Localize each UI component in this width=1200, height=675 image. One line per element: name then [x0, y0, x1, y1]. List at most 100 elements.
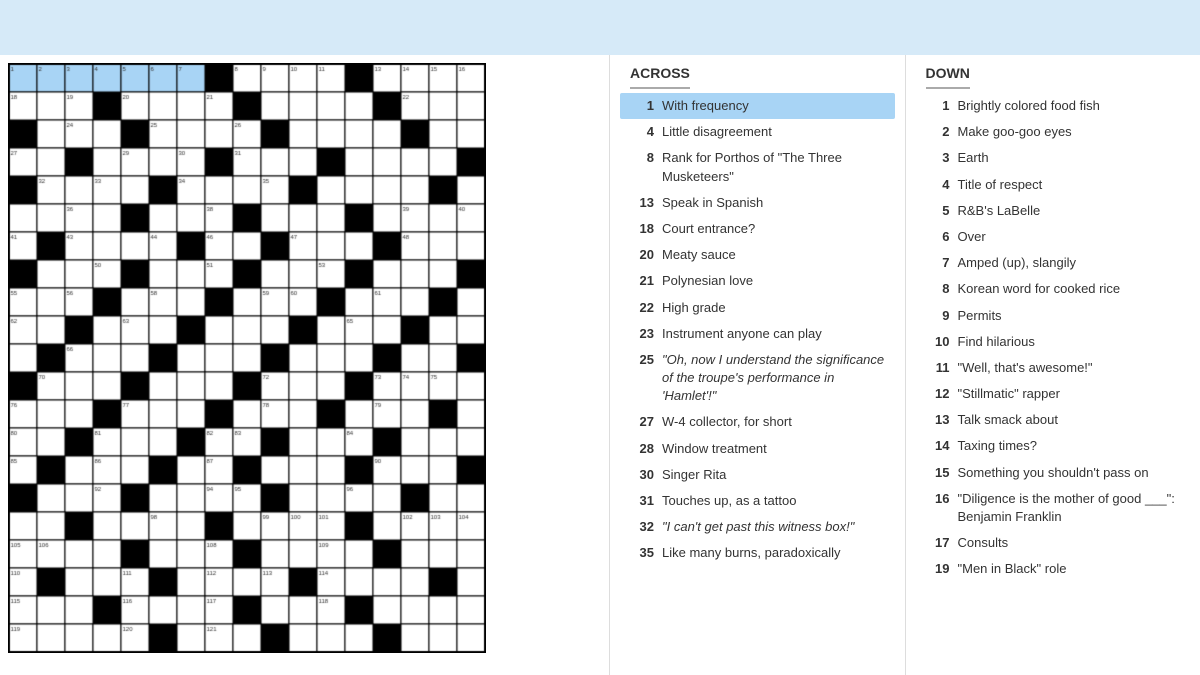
clue-number-label: 8: [626, 149, 654, 185]
clue-number-label: 13: [626, 194, 654, 212]
clue-number-label: 4: [626, 123, 654, 141]
clue-description: "Stillmatic" rapper: [958, 385, 1060, 403]
down-header: DOWN: [926, 55, 970, 89]
clue-description: Little disagreement: [662, 123, 772, 141]
down-clues-list: 1Brightly colored food fish2Make goo-goo…: [916, 93, 1191, 583]
clue-description: Permits: [958, 307, 1002, 325]
clue-description: Court entrance?: [662, 220, 755, 238]
clue-item-4[interactable]: 4Title of respect: [916, 172, 1191, 198]
across-clues-list: 1 With frequency 4 Little disagreement 8Rank…: [620, 93, 895, 567]
clue-description: Something you shouldn't pass on: [958, 464, 1149, 482]
clue-description: R&B's LaBelle: [958, 202, 1041, 220]
clue-description: Touches up, as a tattoo: [662, 492, 796, 510]
clue-item-21[interactable]: 21Polynesian love: [620, 268, 895, 294]
clue-description: Rank for Porthos of "The Three Musketeer…: [662, 149, 889, 185]
clue-description: Singer Rita: [662, 466, 726, 484]
crossword-grid-area[interactable]: [0, 55, 610, 675]
clue-item-16[interactable]: 16"Diligence is the mother of good ___":…: [916, 486, 1191, 530]
clue-item-18[interactable]: 18Court entrance?: [620, 216, 895, 242]
clue-item-31[interactable]: 31 Touches up, as a tattoo: [620, 488, 895, 514]
clue-item-1[interactable]: 1Brightly colored food fish: [916, 93, 1191, 119]
clue-description: Find hilarious: [958, 333, 1035, 351]
clue-number-label: 35: [626, 544, 654, 562]
clue-number-label: 16: [922, 490, 950, 526]
clue-number-label: 1: [626, 97, 654, 115]
clue-item-12[interactable]: 12 "Stillmatic" rapper: [916, 381, 1191, 407]
clue-item-25[interactable]: 25"Oh, now I understand the significance…: [620, 347, 895, 410]
clue-item-22[interactable]: 22 High grade: [620, 295, 895, 321]
across-header: ACROSS: [630, 55, 690, 89]
clue-item-6[interactable]: 6 Over: [916, 224, 1191, 250]
clue-item-35[interactable]: 35Like many burns, paradoxically: [620, 540, 895, 566]
clue-number-label: 17: [922, 534, 950, 552]
clues-area: ACROSS 1 With frequency 4 Little disagreeme…: [610, 55, 1200, 675]
clue-description: With frequency: [662, 97, 749, 115]
clue-description: Amped (up), slangily: [958, 254, 1077, 272]
clue-description: Speak in Spanish: [662, 194, 763, 212]
clue-item-14[interactable]: 14Taxing times?: [916, 433, 1191, 459]
clue-item-7[interactable]: 7 Amped (up), slangily: [916, 250, 1191, 276]
clue-number-label: 15: [922, 464, 950, 482]
clue-number-label: 32: [626, 518, 654, 536]
clue-description: High grade: [662, 299, 726, 317]
clue-description: Consults: [958, 534, 1009, 552]
clue-description: W-4 collector, for short: [662, 413, 792, 431]
clue-item-2[interactable]: 2Make goo-goo eyes: [916, 119, 1191, 145]
crossword-canvas[interactable]: [8, 63, 486, 653]
clue-number-label: 13: [922, 411, 950, 429]
main-content: ACROSS 1 With frequency 4 Little disagreeme…: [0, 55, 1200, 675]
clue-number-label: 3: [922, 149, 950, 167]
clue-number-label: 25: [626, 351, 654, 406]
clue-item-8[interactable]: 8 Korean word for cooked rice: [916, 276, 1191, 302]
clue-description: "Diligence is the mother of good ___": B…: [958, 490, 1185, 526]
clue-item-1[interactable]: 1 With frequency: [620, 93, 895, 119]
clue-number-label: 7: [922, 254, 950, 272]
clue-header: [0, 0, 1200, 55]
clue-description: Meaty sauce: [662, 246, 736, 264]
clue-item-9[interactable]: 9 Permits: [916, 303, 1191, 329]
clue-description: Make goo-goo eyes: [958, 123, 1072, 141]
clue-number-label: 27: [626, 413, 654, 431]
clue-item-28[interactable]: 28Window treatment: [620, 436, 895, 462]
clue-number-label: 11: [922, 359, 950, 377]
clue-description: Over: [958, 228, 986, 246]
clue-description: Talk smack about: [958, 411, 1058, 429]
clue-number-label: 22: [626, 299, 654, 317]
clue-item-4[interactable]: 4 Little disagreement: [620, 119, 895, 145]
clue-item-32[interactable]: 32"I can't get past this witness box!": [620, 514, 895, 540]
clue-description: Instrument anyone can play: [662, 325, 822, 343]
clue-item-13[interactable]: 13 Speak in Spanish: [620, 190, 895, 216]
clue-item-13[interactable]: 13 Talk smack about: [916, 407, 1191, 433]
clue-description: Polynesian love: [662, 272, 753, 290]
clue-item-30[interactable]: 30Singer Rita: [620, 462, 895, 488]
clue-number-label: 8: [922, 280, 950, 298]
clue-item-20[interactable]: 20Meaty sauce: [620, 242, 895, 268]
clue-number-label: 10: [922, 333, 950, 351]
clue-item-27[interactable]: 27 W-4 collector, for short: [620, 409, 895, 435]
clue-item-11[interactable]: 11 "Well, that's awesome!": [916, 355, 1191, 381]
clue-description: Window treatment: [662, 440, 767, 458]
clue-item-10[interactable]: 10 Find hilarious: [916, 329, 1191, 355]
clue-item-17[interactable]: 17 Consults: [916, 530, 1191, 556]
clue-description: "Men in Black" role: [958, 560, 1067, 578]
down-column: DOWN 1Brightly colored food fish2Make go…: [906, 55, 1200, 675]
clue-item-19[interactable]: 19 "Men in Black" role: [916, 556, 1191, 582]
clue-description: "Oh, now I understand the significance o…: [662, 351, 889, 406]
clue-number-label: 9: [922, 307, 950, 325]
clue-description: Taxing times?: [958, 437, 1037, 455]
clue-item-3[interactable]: 3Earth: [916, 145, 1191, 171]
clue-description: Title of respect: [958, 176, 1043, 194]
clue-number-label: 12: [922, 385, 950, 403]
clue-item-8[interactable]: 8Rank for Porthos of "The Three Musketee…: [620, 145, 895, 189]
clue-description: "Well, that's awesome!": [958, 359, 1093, 377]
clue-description: Korean word for cooked rice: [958, 280, 1121, 298]
clue-number-label: 5: [922, 202, 950, 220]
clue-item-5[interactable]: 5 R&B's LaBelle: [916, 198, 1191, 224]
clue-number-label: 19: [922, 560, 950, 578]
clue-item-23[interactable]: 23Instrument anyone can play: [620, 321, 895, 347]
clue-number-label: 31: [626, 492, 654, 510]
across-column: ACROSS 1 With frequency 4 Little disagreeme…: [610, 55, 906, 675]
clue-item-15[interactable]: 15 Something you shouldn't pass on: [916, 460, 1191, 486]
clue-number-label: 1: [922, 97, 950, 115]
clue-number-label: 6: [922, 228, 950, 246]
